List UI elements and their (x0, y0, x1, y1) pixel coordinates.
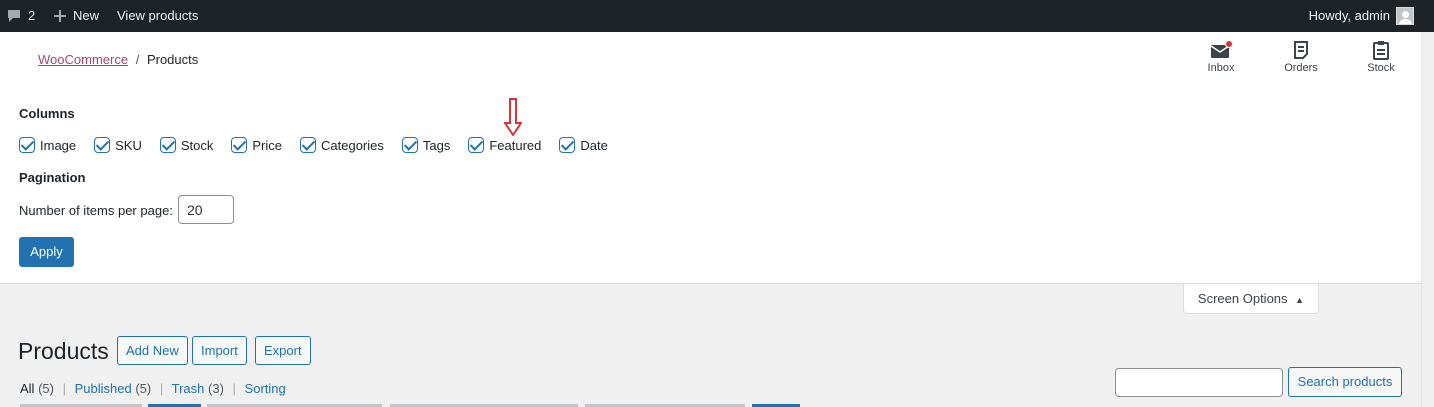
orders-label: Orders (1284, 62, 1318, 74)
column-option-date[interactable]: Date (559, 136, 608, 154)
column-option-image[interactable]: Image (19, 136, 76, 154)
view-products-link[interactable]: View products (117, 0, 198, 32)
column-option-sku[interactable]: SKU (94, 136, 142, 154)
view-published-link[interactable]: Published (75, 381, 132, 396)
plus-icon (54, 10, 66, 22)
inbox-label: Inbox (1207, 62, 1235, 74)
column-option-label: Categories (321, 137, 384, 153)
howdy-label: Howdy, admin (1308, 8, 1390, 23)
activity-orders[interactable]: Orders (1271, 40, 1331, 74)
pagination-heading: Pagination (19, 170, 86, 185)
breadcrumb-separator: / (135, 52, 140, 67)
column-option-tags[interactable]: Tags (401, 136, 451, 154)
column-option-label: Date (580, 137, 608, 153)
screen-options-tab[interactable]: Screen Options ▲ (1183, 284, 1319, 314)
view-separator: | (159, 381, 164, 396)
search-products-button[interactable]: Search products (1288, 367, 1402, 397)
column-option-price[interactable]: Price (231, 136, 282, 154)
orders-icon (1294, 41, 1308, 59)
status-filter-links: All (5) | Published (5) | Trash (3) | So… (20, 381, 286, 396)
breadcrumb: WooCommerce / Products (38, 52, 198, 67)
stock-checkbox[interactable] (159, 137, 176, 153)
date-checkbox[interactable] (559, 137, 576, 153)
caret-up-icon: ▲ (1295, 295, 1305, 305)
column-option-label: Tags (422, 137, 451, 153)
price-checkbox[interactable] (231, 137, 248, 153)
new-label: New (73, 8, 100, 23)
annotation-down-arrow-icon (504, 98, 522, 136)
inbox-icon (1210, 40, 1233, 58)
column-option-label: Featured (489, 137, 542, 153)
stock-label: Stock (1367, 62, 1395, 74)
tags-checkbox[interactable] (401, 137, 418, 153)
column-option-label: SKU (115, 137, 142, 153)
view-published-count: (5) (135, 381, 152, 396)
breadcrumb-woocommerce-link[interactable]: WooCommerce (38, 52, 128, 67)
apply-button[interactable]: Apply (19, 237, 74, 267)
column-option-featured[interactable]: Featured (468, 136, 541, 154)
view-trash-link[interactable]: Trash (172, 381, 205, 396)
image-checkbox[interactable] (19, 137, 35, 153)
breadcrumb-current: Products (146, 52, 199, 67)
avatar (1396, 7, 1414, 25)
view-separator: | (232, 381, 236, 396)
per-page-label: Number of items per page: (19, 203, 173, 218)
view-products-label: View products (117, 8, 199, 23)
column-option-label: Image (40, 137, 77, 153)
page-title: Products (18, 338, 109, 364)
add-new-button[interactable]: Add New (117, 336, 188, 365)
screen-options-panel: WooCommerce / Products Inbox Orders Stoc… (0, 32, 1421, 284)
comment-icon (8, 10, 20, 22)
export-button[interactable]: Export (255, 336, 311, 365)
activity-inbox[interactable]: Inbox (1191, 40, 1251, 74)
comments-menu[interactable]: 2 (6, 0, 35, 32)
view-sorting-link[interactable]: Sorting (245, 381, 286, 396)
view-separator: | (62, 381, 66, 396)
column-option-categories[interactable]: Categories (300, 136, 384, 154)
featured-checkbox[interactable] (468, 137, 485, 153)
import-button[interactable]: Import (192, 336, 247, 365)
admin-bar: 2 New View products Howdy, admin (0, 0, 1434, 32)
account-menu[interactable]: Howdy, admin (1309, 0, 1414, 32)
screen-options-label: Screen Options (1197, 291, 1288, 306)
view-all-link[interactable]: All (20, 381, 34, 396)
columns-options: Image SKU Stock Price Categories Tags Fe… (19, 136, 626, 154)
column-option-label: Price (252, 137, 283, 153)
activity-stock[interactable]: Stock (1351, 40, 1411, 74)
columns-heading: Columns (19, 106, 75, 121)
column-option-label: Stock (180, 137, 214, 153)
new-content-menu[interactable]: New (53, 0, 99, 32)
search-input[interactable] (1115, 368, 1283, 397)
page-scrollbar[interactable] (1421, 32, 1434, 407)
view-all-count: (5) (38, 381, 54, 396)
stock-icon (1373, 41, 1389, 60)
per-page-input[interactable] (178, 195, 234, 224)
view-trash-count: (3) (208, 381, 224, 396)
categories-checkbox[interactable] (300, 137, 317, 153)
column-option-stock[interactable]: Stock (159, 136, 214, 154)
sku-checkbox[interactable] (94, 137, 111, 153)
comments-count: 2 (28, 8, 36, 23)
